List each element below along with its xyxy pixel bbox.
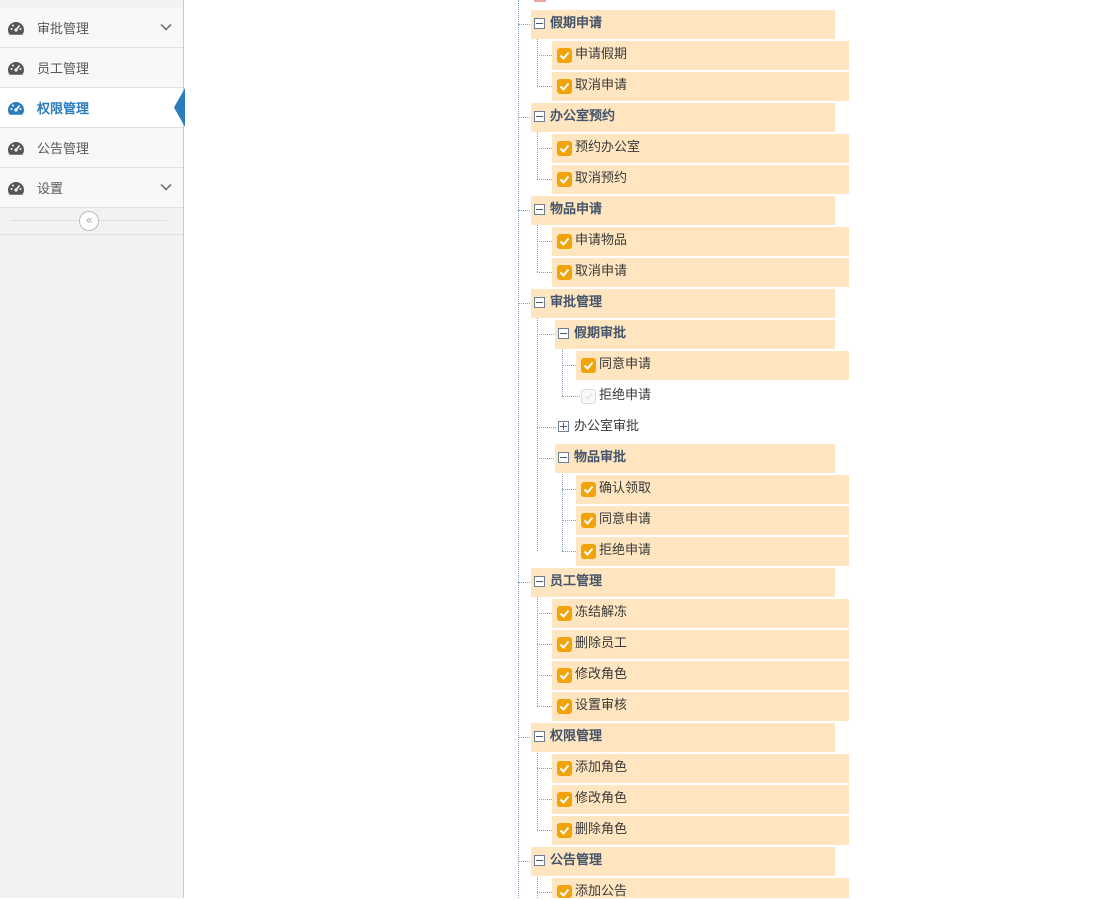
checkbox-checked-icon[interactable] <box>557 48 572 63</box>
tree-leaf-label[interactable]: 取消预约 <box>575 171 627 187</box>
collapse-toggle-icon[interactable] <box>534 18 545 29</box>
tree-connector <box>537 334 556 335</box>
tree-leaf-label[interactable]: 预约办公室 <box>575 140 640 156</box>
checkbox-checked-icon[interactable] <box>557 885 572 898</box>
tree-leaf-label[interactable]: 修改角色 <box>575 791 627 807</box>
tree-node-label[interactable]: 假期申请 <box>550 16 602 32</box>
tree-node-label[interactable]: 假期审批 <box>574 326 626 342</box>
tree-connector <box>518 582 532 583</box>
tree-node-label[interactable]: 办公室审批 <box>574 419 639 435</box>
tree-connector <box>518 24 532 25</box>
collapse-toggle-icon[interactable] <box>534 731 545 742</box>
tree-leaf-label[interactable]: 取消申请 <box>575 264 627 280</box>
checkbox-checked-icon[interactable] <box>557 265 572 280</box>
tree-connector <box>537 32 538 86</box>
tree-leaf-label[interactable]: 设置审核 <box>575 698 627 714</box>
tree-node-label[interactable]: 物品申请 <box>550 202 602 218</box>
checkbox-checked-icon[interactable] <box>557 606 572 621</box>
checkbox-checked-icon[interactable] <box>557 637 572 652</box>
collapse-toggle-icon[interactable] <box>534 297 545 308</box>
tree-leaf-label[interactable]: 删除员工 <box>575 636 627 652</box>
tree-node-label[interactable]: 审批管理 <box>550 295 602 311</box>
collapse-toggle-icon[interactable] <box>558 452 569 463</box>
tree-leaf-label[interactable]: 申请假期 <box>575 47 627 63</box>
checkbox-checked-icon[interactable] <box>557 79 572 94</box>
tree-connector <box>562 342 563 396</box>
checkbox-checked-icon[interactable] <box>557 761 572 776</box>
tree-connector <box>518 117 532 118</box>
tree-leaf-label[interactable]: 删除角色 <box>575 822 627 838</box>
tree-connector <box>518 737 532 738</box>
tree-node-label[interactable]: 物品审批 <box>574 450 626 466</box>
tree-leaf-label[interactable]: 拒绝申请 <box>599 388 651 404</box>
checkbox-checked-icon[interactable] <box>581 358 596 373</box>
collapse-toggle-icon[interactable] <box>534 855 545 866</box>
checkbox-checked-icon[interactable] <box>557 234 572 249</box>
tree-node-label[interactable]: 公告管理 <box>550 853 602 869</box>
tree-leaf-label[interactable]: 修改角色 <box>575 667 627 683</box>
checkbox-checked-icon[interactable] <box>557 668 572 683</box>
tree-connector <box>537 125 538 179</box>
tree-node-label[interactable]: 办公室预约 <box>550 109 615 125</box>
tree-leaf-label[interactable]: 拒绝申请 <box>599 543 651 559</box>
tree-connector <box>562 396 580 397</box>
tree-connector <box>518 0 519 898</box>
tree-leaf-label[interactable]: 同意申请 <box>599 512 651 528</box>
tree-leaf-label[interactable]: 申请物品 <box>575 233 627 249</box>
checkbox-checked-icon[interactable] <box>557 172 572 187</box>
tree-leaf-label[interactable]: 同意申请 <box>599 357 651 373</box>
tree-connector <box>562 466 563 551</box>
collapse-toggle-icon[interactable] <box>534 111 545 122</box>
tree-leaf-label[interactable]: 添加角色 <box>575 760 627 776</box>
tree-leaf-label[interactable]: 确认领取 <box>599 481 651 497</box>
tree-connector <box>537 427 556 428</box>
checkbox-checked-icon[interactable] <box>581 482 596 497</box>
checkbox-checked-icon[interactable] <box>557 823 572 838</box>
tree-connector <box>537 458 556 459</box>
collapse-toggle-icon[interactable] <box>558 328 569 339</box>
checkbox-checked-icon[interactable] <box>557 792 572 807</box>
tree-node-label[interactable]: 权限管理 <box>550 729 602 745</box>
tree-leaf-label[interactable]: 冻结解冻 <box>575 605 627 621</box>
tree-connector <box>518 210 532 211</box>
tree-node-label[interactable]: 员工管理 <box>550 574 602 590</box>
expand-toggle-icon[interactable] <box>558 421 569 432</box>
tree-connector <box>518 303 532 304</box>
collapse-toggle-icon[interactable] <box>534 204 545 215</box>
tree-connector <box>537 218 538 272</box>
checkbox-checked-icon[interactable] <box>581 513 596 528</box>
checkbox-checked-icon[interactable] <box>557 141 572 156</box>
checkbox-unchecked-icon[interactable] <box>581 389 596 404</box>
collapse-toggle-icon[interactable] <box>534 576 545 587</box>
tree-leaf-label[interactable]: 取消申请 <box>575 78 627 94</box>
clipped-node-fragment <box>534 0 546 2</box>
tree-connector <box>537 311 538 551</box>
tree-connector <box>537 745 538 830</box>
permission-tree: 假期申请 申请假期 取消申请 办公室预约 预约办公室 取消预约 物品申请 申请物… <box>0 0 1107 899</box>
checkbox-checked-icon[interactable] <box>557 699 572 714</box>
tree-connector <box>537 590 538 706</box>
checkbox-checked-icon[interactable] <box>581 544 596 559</box>
tree-connector <box>518 861 532 862</box>
